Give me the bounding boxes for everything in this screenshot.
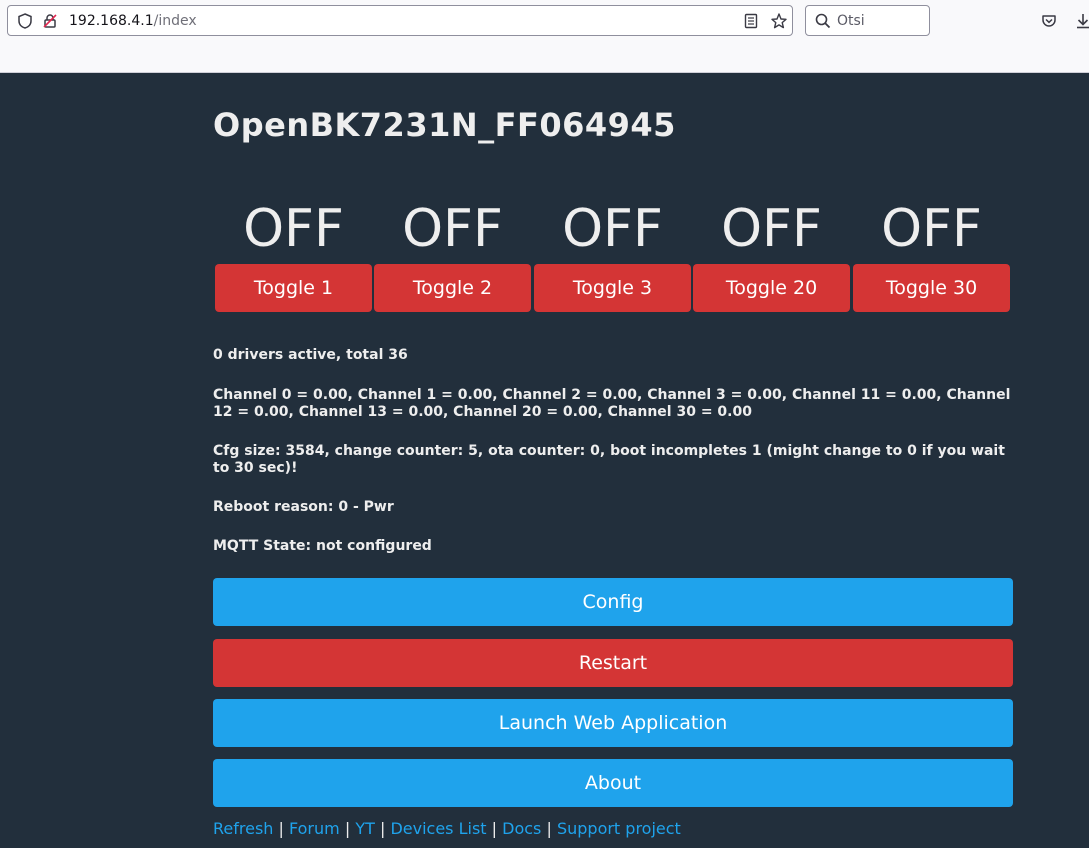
bookmark-star-icon[interactable] xyxy=(770,12,788,30)
relay-state-3: OFF xyxy=(562,199,663,259)
shield-icon[interactable] xyxy=(16,12,34,30)
docs-link[interactable]: Docs xyxy=(502,819,541,838)
downloads-icon[interactable] xyxy=(1074,12,1089,30)
toggle-20-button[interactable]: Toggle 20 xyxy=(693,264,850,312)
toggle-2-button[interactable]: Toggle 2 xyxy=(374,264,531,312)
separator: | xyxy=(491,819,498,838)
insecure-lock-icon[interactable] xyxy=(41,12,59,30)
search-input[interactable]: Otsi xyxy=(805,5,930,36)
refresh-link[interactable]: Refresh xyxy=(213,819,273,838)
device-title: OpenBK7231N_FF064945 xyxy=(213,106,676,144)
yt-link[interactable]: YT xyxy=(355,819,375,838)
toggle-30-button[interactable]: Toggle 30 xyxy=(853,264,1010,312)
url-text[interactable]: 192.168.4.1/index xyxy=(69,12,197,30)
forum-link[interactable]: Forum xyxy=(289,819,340,838)
devices-list-link[interactable]: Devices List xyxy=(390,819,486,838)
url-host: 192.168.4.1 xyxy=(69,13,154,29)
search-icon xyxy=(815,13,831,29)
reboot-reason: Reboot reason: 0 - Pwr xyxy=(213,499,394,515)
restart-button[interactable]: Restart xyxy=(213,639,1013,687)
separator: | xyxy=(546,819,552,838)
config-button[interactable]: Config xyxy=(213,578,1013,626)
about-button[interactable]: About xyxy=(213,759,1013,807)
relay-state-1: OFF xyxy=(243,199,344,259)
reader-view-icon[interactable] xyxy=(742,12,760,30)
separator: | xyxy=(379,819,386,838)
launch-web-app-button[interactable]: Launch Web Application xyxy=(213,699,1013,747)
toggle-1-button[interactable]: Toggle 1 xyxy=(215,264,372,312)
address-bar[interactable]: 192.168.4.1/index xyxy=(7,5,793,36)
browser-toolbar: 192.168.4.1/index Otsi xyxy=(0,0,1089,73)
channels-status: Channel 0 = 0.00, Channel 1 = 0.00, Chan… xyxy=(213,387,1011,420)
relay-state-30: OFF xyxy=(881,199,982,259)
footer-links: Refresh | Forum | YT | Devices List | Do… xyxy=(213,818,681,840)
url-path: /index xyxy=(153,13,197,29)
support-project-link[interactable]: Support project xyxy=(557,819,681,838)
pocket-icon[interactable] xyxy=(1040,12,1058,30)
relay-state-20: OFF xyxy=(721,199,822,259)
cfg-status: Cfg size: 3584, change counter: 5, ota c… xyxy=(213,443,1005,476)
toggle-3-button[interactable]: Toggle 3 xyxy=(534,264,691,312)
drivers-status: 0 drivers active, total 36 xyxy=(213,347,408,363)
relay-state-2: OFF xyxy=(402,199,503,259)
separator: | xyxy=(344,819,351,838)
search-placeholder: Otsi xyxy=(837,13,865,29)
mqtt-state: MQTT State: not configured xyxy=(213,538,432,554)
separator: | xyxy=(278,819,284,838)
